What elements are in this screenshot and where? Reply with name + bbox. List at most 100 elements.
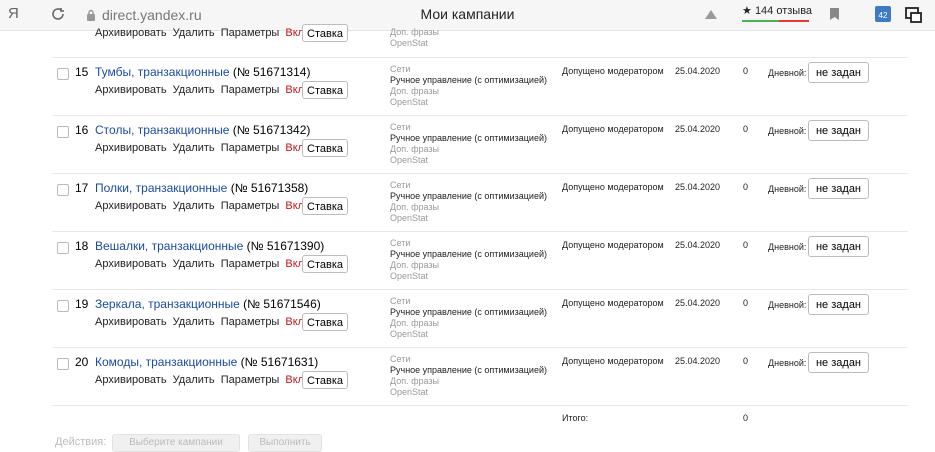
archive-link[interactable]: Архивировать bbox=[95, 258, 167, 270]
campaign-select[interactable]: Выберите кампании bbox=[112, 434, 240, 452]
stavka-button[interactable]: Ставка bbox=[302, 139, 348, 157]
reviews-link[interactable]: ★ 144 отзыва bbox=[742, 4, 813, 22]
campaign-title-link[interactable]: Столы, транзакционные bbox=[95, 123, 229, 137]
stavka-button[interactable]: Ставка bbox=[302, 24, 348, 42]
bookmark-icon[interactable] bbox=[830, 8, 839, 20]
strategy-info: Сети Ручное управление (с оптимизацией) … bbox=[390, 122, 547, 166]
yandex-logo[interactable]: Я bbox=[8, 5, 19, 22]
campaign-name: Полки, транзакционные (№ 51671358) bbox=[95, 181, 308, 195]
budget-button[interactable]: не задан bbox=[808, 352, 869, 373]
clicks-count: 0 bbox=[743, 298, 749, 308]
campaign-number: 19 bbox=[75, 297, 89, 311]
archive-link[interactable]: Архивировать bbox=[95, 27, 167, 39]
address-bar[interactable]: direct.yandex.ru bbox=[86, 6, 202, 24]
delete-link[interactable]: Удалить bbox=[173, 84, 215, 96]
openstat-label: OpenStat bbox=[390, 38, 429, 48]
campaign-title-link[interactable]: Зеркала, транзакционные bbox=[95, 297, 240, 311]
moderation-status: Допущено модератором bbox=[562, 182, 664, 192]
delete-link[interactable]: Удалить bbox=[173, 258, 215, 270]
budget-label: Дневной: bbox=[768, 358, 807, 368]
budget-button[interactable]: не задан bbox=[808, 294, 869, 315]
delete-link[interactable]: Удалить bbox=[173, 27, 215, 39]
params-link[interactable]: Параметры bbox=[221, 200, 280, 212]
moderation-status: Допущено модератором bbox=[562, 356, 664, 366]
extra-phrases: Доп. фразы bbox=[390, 144, 439, 154]
total-row: Итого: 0 bbox=[52, 406, 908, 430]
stavka-button[interactable]: Ставка bbox=[302, 81, 348, 99]
stavka-button[interactable]: Ставка bbox=[302, 255, 348, 273]
execute-button[interactable]: Выполнить bbox=[248, 434, 322, 452]
protect-icon[interactable] bbox=[704, 8, 718, 20]
clicks-count: 0 bbox=[743, 124, 749, 134]
extra-phrases: Доп. фразы bbox=[390, 202, 439, 212]
archive-link[interactable]: Архивировать bbox=[95, 84, 167, 96]
params-link[interactable]: Параметры bbox=[221, 316, 280, 328]
delete-link[interactable]: Удалить bbox=[173, 142, 215, 154]
params-link[interactable]: Параметры bbox=[221, 27, 280, 39]
campaign-number: 17 bbox=[75, 181, 89, 195]
campaign-checkbox[interactable] bbox=[57, 358, 69, 370]
delete-link[interactable]: Удалить bbox=[173, 316, 215, 328]
campaign-date: 25.04.2020 bbox=[675, 356, 721, 366]
strategy-label: Ручное управление (с оптимизацией) bbox=[390, 249, 547, 259]
table-row: 18 Вешалки, транзакционные (№ 51671390) … bbox=[52, 232, 908, 290]
campaign-checkbox[interactable] bbox=[57, 300, 69, 312]
total-value: 0 bbox=[743, 413, 749, 423]
campaign-checkbox[interactable] bbox=[57, 242, 69, 254]
campaign-number: 15 bbox=[75, 65, 89, 79]
delete-link[interactable]: Удалить bbox=[173, 374, 215, 386]
campaign-title-link[interactable]: Полки, транзакционные bbox=[95, 181, 227, 195]
budget-button[interactable]: не задан bbox=[808, 62, 869, 83]
archive-link[interactable]: Архивировать bbox=[95, 316, 167, 328]
params-link[interactable]: Параметры bbox=[221, 374, 280, 386]
stavka-button[interactable]: Ставка bbox=[302, 197, 348, 215]
params-link[interactable]: Параметры bbox=[221, 142, 280, 154]
campaign-checkbox[interactable] bbox=[57, 184, 69, 196]
campaign-title-link[interactable]: Комоды, транзакционные bbox=[95, 355, 237, 369]
campaign-id: (№ 51671390) bbox=[246, 239, 325, 253]
campaign-id: (№ 51671546) bbox=[243, 297, 321, 311]
lock-icon bbox=[87, 9, 95, 21]
network-label: Сети bbox=[390, 122, 411, 132]
actions-label: Действия: bbox=[55, 436, 107, 448]
campaign-id: (№ 51671358) bbox=[230, 181, 309, 195]
reviews-count: 144 отзыва bbox=[754, 5, 813, 17]
strategy-label: Ручное управление (с оптимизацией) bbox=[390, 191, 547, 201]
clicks-count: 0 bbox=[743, 66, 749, 76]
params-link[interactable]: Параметры bbox=[221, 258, 280, 270]
campaign-checkbox[interactable] bbox=[57, 68, 69, 80]
archive-link[interactable]: Архивировать bbox=[95, 142, 167, 154]
openstat-label: OpenStat bbox=[390, 155, 429, 165]
campaign-title-link[interactable]: Вешалки, транзакционные bbox=[95, 239, 243, 253]
network-label: Сети bbox=[390, 354, 411, 364]
campaign-checkbox[interactable] bbox=[57, 126, 69, 138]
stavka-button[interactable]: Ставка bbox=[302, 371, 348, 389]
delete-link[interactable]: Удалить bbox=[173, 200, 215, 212]
archive-link[interactable]: Архивировать bbox=[95, 374, 167, 386]
campaign-name: Комоды, транзакционные (№ 51671631) bbox=[95, 355, 318, 369]
budget-button[interactable]: не задан bbox=[808, 120, 869, 141]
extension-icon-2[interactable] bbox=[905, 6, 923, 24]
rating-bar bbox=[742, 20, 809, 22]
params-link[interactable]: Параметры bbox=[221, 84, 280, 96]
budget-label: Дневной: bbox=[768, 126, 807, 136]
strategy-label: Ручное управление (с оптимизацией) bbox=[390, 133, 547, 143]
strategy-info: Сети Ручное управление (с оптимизацией) … bbox=[390, 238, 547, 282]
campaign-id: (№ 51671314) bbox=[232, 65, 311, 79]
reload-icon[interactable] bbox=[50, 6, 66, 22]
strategy-info: Сети Ручное управление (с оптимизацией) … bbox=[390, 64, 547, 108]
extra-phrases: Доп. фразы bbox=[390, 318, 439, 328]
campaign-number: 20 bbox=[75, 355, 89, 369]
archive-link[interactable]: Архивировать bbox=[95, 200, 167, 212]
table-row: 19 Зеркала, транзакционные (№ 51671546) … bbox=[52, 290, 908, 348]
network-label: Сети bbox=[390, 238, 411, 248]
campaign-name: Столы, транзакционные (№ 51671342) bbox=[95, 123, 310, 137]
budget-button[interactable]: не задан bbox=[808, 178, 869, 199]
campaign-title-link[interactable]: Тумбы, транзакционные bbox=[95, 65, 230, 79]
stavka-button[interactable]: Ставка bbox=[302, 313, 348, 331]
extra-phrases: Доп. фразы bbox=[390, 376, 439, 386]
extension-icon[interactable]: 42 bbox=[875, 6, 891, 22]
table-row: 17 Полки, транзакционные (№ 51671358) Ар… bbox=[52, 174, 908, 232]
budget-label: Дневной: bbox=[768, 242, 807, 252]
budget-button[interactable]: не задан bbox=[808, 236, 869, 257]
